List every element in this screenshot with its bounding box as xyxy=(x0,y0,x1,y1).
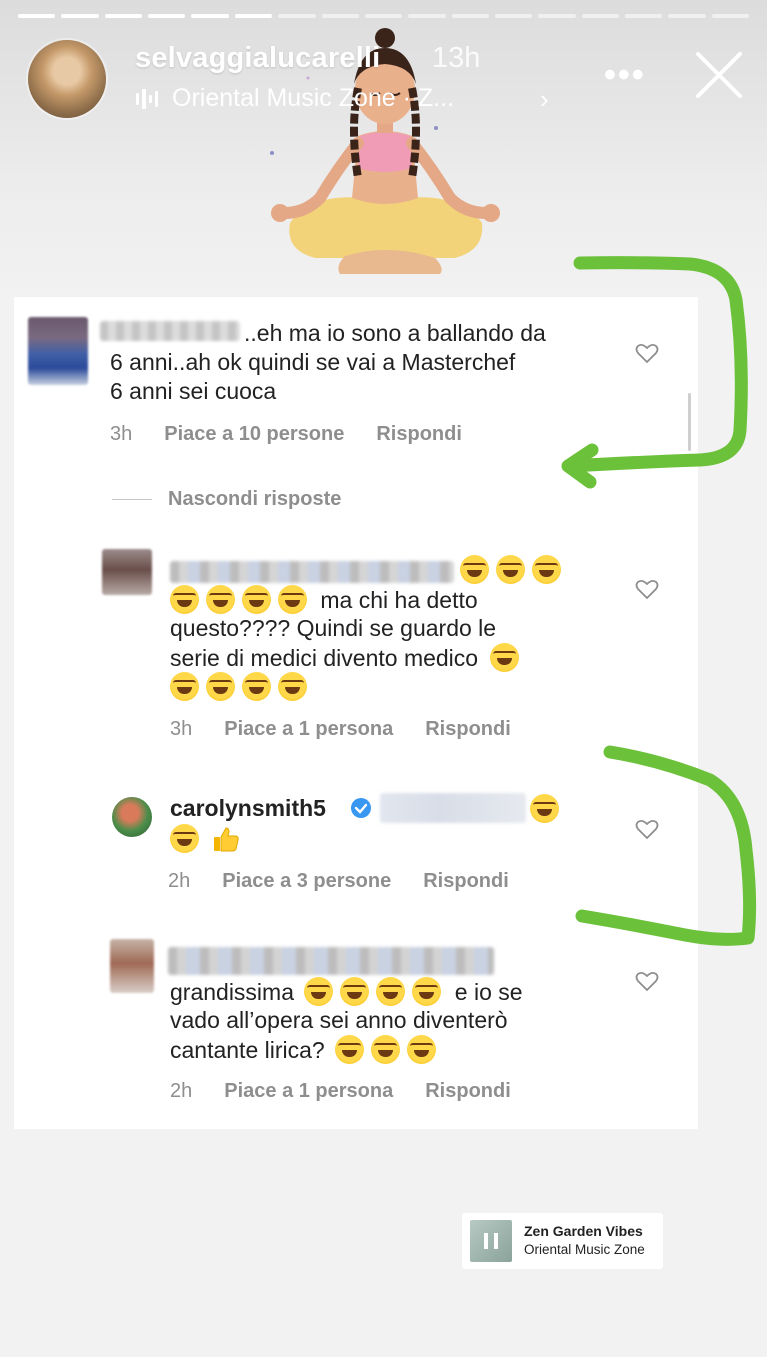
song-title: Zen Garden Vibes xyxy=(524,1223,643,1239)
music-sticker[interactable]: Zen Garden Vibes Oriental Music Zone xyxy=(462,1213,663,1269)
album-art xyxy=(470,1220,512,1262)
green-annotation-arrows xyxy=(561,256,757,946)
song-artist: Oriental Music Zone xyxy=(524,1242,645,1257)
pause-icon xyxy=(484,1233,498,1249)
